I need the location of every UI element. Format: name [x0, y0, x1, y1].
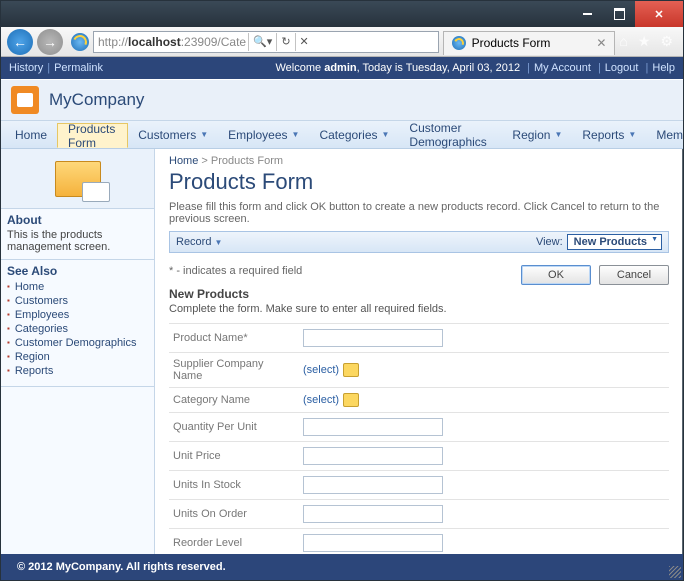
logout-link[interactable]: Logout: [605, 62, 639, 74]
required-note-top: * - indicates a required field: [169, 265, 302, 277]
view-label: View:: [536, 236, 563, 248]
sidebar-link-employees[interactable]: Employees: [15, 309, 69, 321]
menu-home[interactable]: Home: [5, 121, 57, 148]
view-selector[interactable]: New Products: [567, 234, 662, 250]
help-link[interactable]: Help: [652, 62, 675, 74]
chevron-down-icon: ▼: [214, 238, 222, 247]
main-content: Home > Products Form Products Form Pleas…: [155, 149, 683, 554]
input-unit-price[interactable]: [303, 447, 443, 465]
permalink-link[interactable]: Permalink: [54, 62, 103, 74]
label-on-order: Units On Order: [169, 500, 299, 529]
close-button[interactable]: [635, 1, 683, 27]
page-intro: Please fill this form and click OK butto…: [169, 201, 669, 225]
form-subheader: Complete the form. Make sure to enter al…: [169, 303, 669, 315]
sidebar-about-header: About: [1, 209, 154, 229]
input-product-name[interactable]: [303, 329, 443, 347]
input-on-order[interactable]: [303, 505, 443, 523]
cancel-button-top[interactable]: Cancel: [599, 265, 669, 285]
url-path: :23909/Cate: [181, 35, 246, 49]
window-titlebar: [1, 1, 683, 27]
lookup-icon[interactable]: [343, 393, 359, 407]
browser-toolbar: ← → http://localhost:23909/Cate 🔍▾ ↻ ✕ P…: [1, 27, 683, 57]
label-category: Category Name: [169, 388, 299, 413]
welcome-date: , Today is Tuesday, April 03, 2012: [357, 62, 520, 74]
form-header: New Products: [169, 287, 669, 301]
company-name: MyCompany: [49, 90, 144, 110]
tab-title: Products Form: [472, 36, 551, 50]
browser-tab[interactable]: Products Form ✕: [443, 31, 616, 55]
select-supplier[interactable]: (select): [303, 364, 339, 376]
url-host: localhost: [128, 35, 181, 49]
refresh-icon[interactable]: ↻: [276, 33, 294, 51]
label-reorder: Reorder Level: [169, 529, 299, 555]
sidebar-link-categories[interactable]: Categories: [15, 323, 68, 335]
stop-icon[interactable]: ✕: [295, 33, 313, 51]
page-title: Products Form: [169, 169, 669, 195]
brand-bar: MyCompany: [1, 79, 683, 121]
breadcrumb: Home > Products Form: [169, 155, 669, 167]
input-qpu[interactable]: [303, 418, 443, 436]
app-topbar: History | Permalink Welcome admin, Today…: [1, 57, 683, 79]
label-product-name: Product Name: [173, 332, 243, 344]
favorites-icon[interactable]: ★: [638, 33, 651, 50]
record-toolbar: Record▼ View: New Products: [169, 231, 669, 253]
company-logo: [11, 86, 39, 114]
menu-customer-demographics[interactable]: Customer Demographics: [399, 121, 502, 148]
sidebar-seealso-header: See Also: [1, 260, 154, 280]
ok-button-top[interactable]: OK: [521, 265, 591, 285]
sidebar-link-home[interactable]: Home: [15, 281, 44, 293]
form-table: Product Name* Supplier Company Name (sel…: [169, 323, 669, 554]
tab-ie-icon: [452, 36, 466, 50]
forward-button[interactable]: →: [37, 29, 63, 55]
browser-tools: ⌂ ★ ⚙: [619, 33, 677, 50]
tab-close-icon[interactable]: ✕: [596, 36, 606, 50]
sidebar-about-text: This is the products management screen.: [1, 229, 154, 259]
sidebar-link-customers[interactable]: Customers: [15, 295, 68, 307]
home-icon[interactable]: ⌂: [619, 33, 627, 50]
sidebar-link-reports[interactable]: Reports: [15, 365, 54, 377]
menu-reports[interactable]: Reports▼: [572, 121, 646, 148]
record-dropdown[interactable]: Record▼: [176, 236, 222, 248]
chevron-down-icon: ▼: [292, 130, 300, 139]
input-in-stock[interactable]: [303, 476, 443, 494]
menu-products-form[interactable]: Products Form: [57, 123, 128, 148]
breadcrumb-home[interactable]: Home: [169, 155, 198, 167]
menu-categories[interactable]: Categories▼: [309, 121, 399, 148]
sidebar: About This is the products management sc…: [1, 149, 155, 554]
menu-customers[interactable]: Customers▼: [128, 121, 218, 148]
chevron-down-icon: ▼: [554, 130, 562, 139]
chevron-down-icon: ▼: [628, 130, 636, 139]
my-account-link[interactable]: My Account: [534, 62, 591, 74]
back-button[interactable]: ←: [7, 29, 33, 55]
search-icon[interactable]: 🔍▾: [248, 33, 276, 51]
ie-icon: [71, 33, 89, 51]
resize-grip[interactable]: [669, 566, 681, 578]
menu-more[interactable]: Mem: [646, 121, 683, 148]
menu-employees[interactable]: Employees▼: [218, 121, 309, 148]
chevron-down-icon: ▼: [200, 130, 208, 139]
main-menu: Home Products Form Customers▼ Employees▼…: [1, 121, 683, 149]
chevron-down-icon: ▼: [382, 130, 390, 139]
sidebar-module-image: [1, 149, 154, 209]
menu-region[interactable]: Region▼: [502, 121, 572, 148]
breadcrumb-current: Products Form: [211, 155, 283, 167]
label-supplier: Supplier Company Name: [169, 353, 299, 388]
select-category[interactable]: (select): [303, 394, 339, 406]
maximize-button[interactable]: [603, 1, 635, 27]
label-in-stock: Units In Stock: [169, 471, 299, 500]
history-link[interactable]: History: [9, 62, 43, 74]
label-qpu: Quantity Per Unit: [169, 413, 299, 442]
lookup-icon[interactable]: [343, 363, 359, 377]
page-footer: © 2012 MyCompany. All rights reserved.: [1, 554, 683, 580]
welcome-user: admin: [324, 62, 356, 74]
sidebar-link-region[interactable]: Region: [15, 351, 50, 363]
settings-icon[interactable]: ⚙: [660, 33, 673, 50]
address-bar[interactable]: http://localhost:23909/Cate 🔍▾ ↻ ✕: [93, 31, 439, 53]
input-reorder[interactable]: [303, 534, 443, 552]
welcome-pre: Welcome: [276, 62, 325, 74]
minimize-button[interactable]: [571, 1, 603, 27]
sidebar-link-cdemo[interactable]: Customer Demographics: [15, 337, 137, 349]
label-unit-price: Unit Price: [169, 442, 299, 471]
url-scheme: http://: [98, 35, 128, 49]
